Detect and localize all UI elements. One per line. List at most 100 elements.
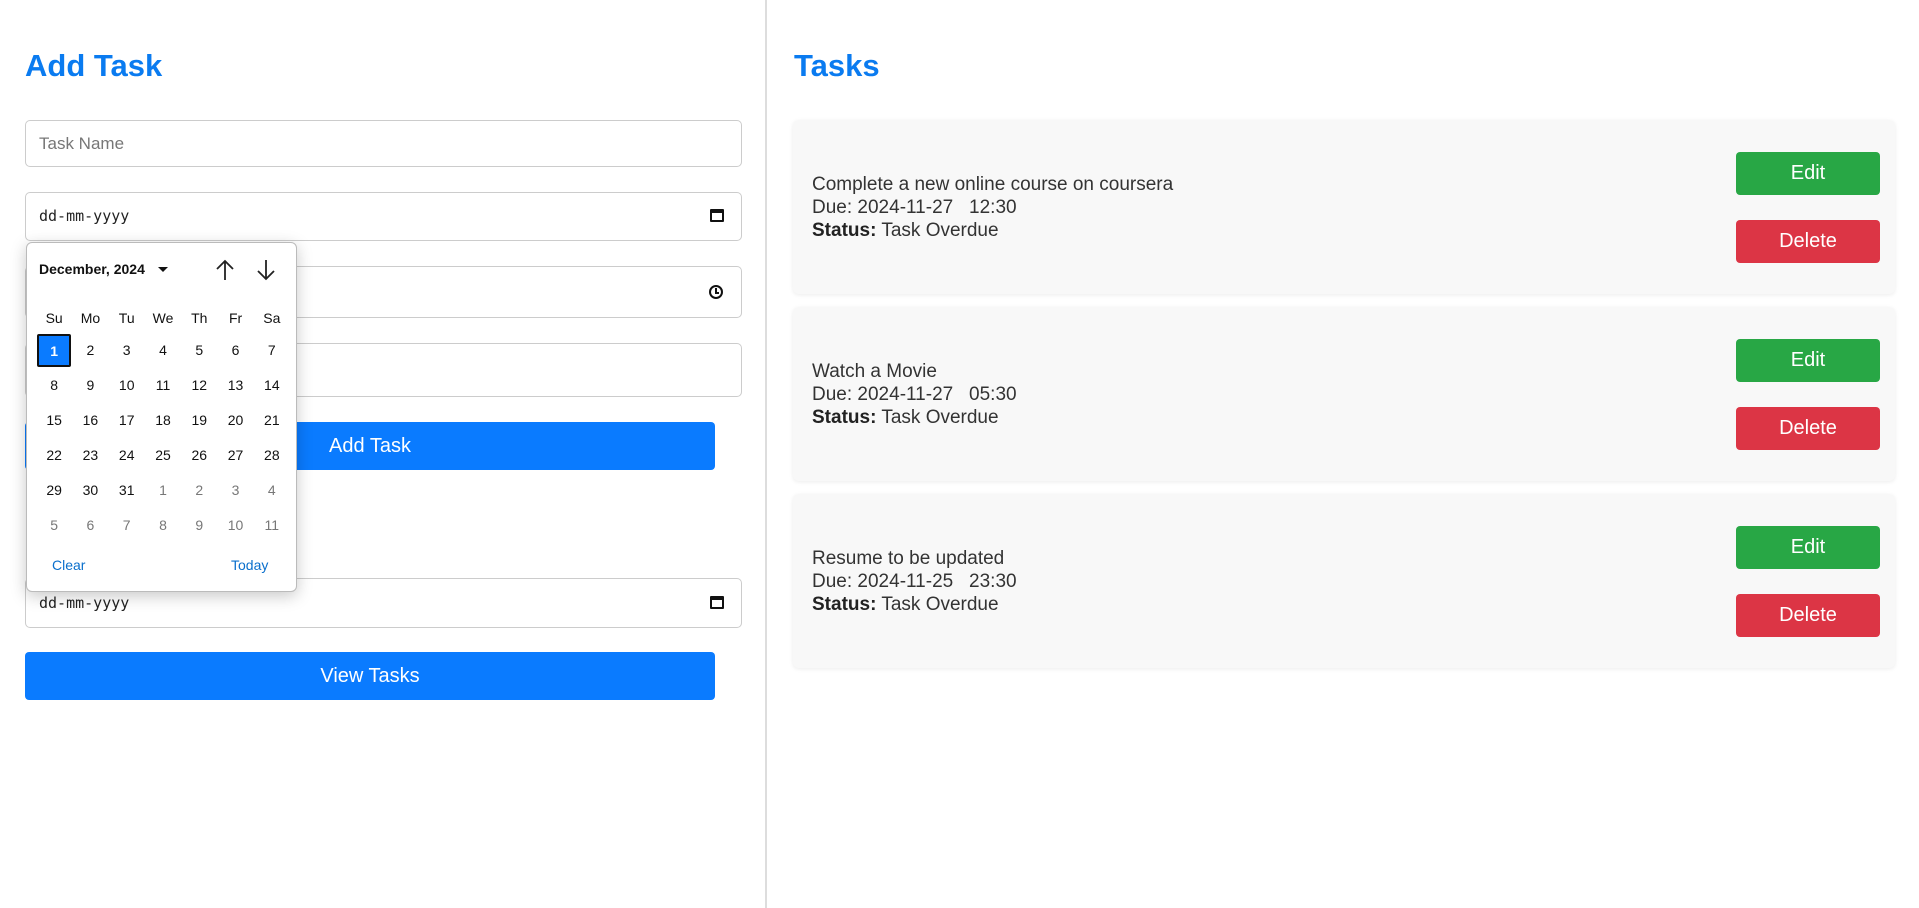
task-details: Resume to be updated Due: 2024-11-25 23:… (812, 547, 1017, 616)
weekday-label: We (152, 310, 174, 326)
task-status: Status: Task Overdue (812, 407, 999, 428)
task-card: Resume to be updated Due: 2024-11-25 23:… (793, 494, 1895, 668)
edit-task-button[interactable]: Edit (1736, 339, 1880, 382)
calendar-day[interactable]: 5 (181, 333, 217, 368)
calendar-day[interactable]: 15 (36, 403, 72, 438)
arrow-up-icon[interactable] (210, 255, 240, 285)
calendar-week: 29 30 31 1 2 3 4 (36, 473, 290, 508)
calendar-day-next-month[interactable]: 5 (36, 508, 72, 543)
weekday-header: Su Mo Tu We Th Fr Sa (36, 303, 290, 333)
calendar-day[interactable]: 29 (36, 473, 72, 508)
calendar-day[interactable]: 17 (109, 403, 145, 438)
calendar-day[interactable]: 4 (145, 333, 181, 368)
task-due: Due: 2024-11-27 12:30 (812, 197, 1017, 218)
task-name-input[interactable]: Task Name (25, 120, 742, 167)
delete-task-button[interactable]: Delete (1736, 407, 1880, 450)
calendar-day[interactable]: 18 (145, 403, 181, 438)
weekday-label: Th (191, 310, 208, 326)
calendar-day[interactable]: 12 (181, 368, 217, 403)
task-card: Watch a Movie Due: 2024-11-27 05:30 Stat… (793, 307, 1895, 481)
task-due-time: 05:30 (969, 384, 1017, 405)
task-due: Due: 2024-11-25 23:30 (812, 571, 1017, 592)
calendar-day[interactable]: 14 (254, 368, 290, 403)
calendar-day[interactable]: 8 (36, 368, 72, 403)
calendar-week: 15 16 17 18 19 20 21 (36, 403, 290, 438)
calendar-day-next-month[interactable]: 9 (181, 508, 217, 543)
calendar-day-next-month[interactable]: 10 (217, 508, 253, 543)
month-year-selector[interactable]: December, 2024 (39, 261, 145, 277)
calendar-day[interactable]: 26 (181, 438, 217, 473)
weekday-label: Su (45, 310, 63, 326)
clear-date-button[interactable]: Clear (52, 557, 85, 573)
calendar-day[interactable]: 19 (181, 403, 217, 438)
task-status: Status: Task Overdue (812, 594, 999, 615)
task-due-time: 23:30 (969, 571, 1017, 592)
date-picker-popup: December, 2024 Su Mo Tu We Th Fr Sa 1 2 … (26, 242, 297, 592)
edit-task-button[interactable]: Edit (1736, 152, 1880, 195)
calendar-day[interactable]: 23 (72, 438, 108, 473)
today-button[interactable]: Today (231, 557, 268, 573)
tasks-heading: Tasks (794, 48, 880, 83)
calendar-icon[interactable] (710, 209, 724, 222)
clock-icon[interactable] (709, 285, 723, 299)
calendar-day-next-month[interactable]: 7 (109, 508, 145, 543)
task-name: Watch a Movie (812, 361, 937, 382)
calendar-day-next-month[interactable]: 6 (72, 508, 108, 543)
calendar-day[interactable]: 30 (72, 473, 108, 508)
calendar-day[interactable]: 10 (109, 368, 145, 403)
calendar-grid: Su Mo Tu We Th Fr Sa 1 2 3 4 5 6 7 8 9 1… (36, 303, 290, 543)
delete-task-button[interactable]: Delete (1736, 220, 1880, 263)
add-task-heading: Add Task (25, 48, 163, 83)
calendar-day[interactable]: 28 (254, 438, 290, 473)
calendar-day-next-month[interactable]: 3 (217, 473, 253, 508)
calendar-day-selected[interactable]: 1 (36, 333, 72, 368)
task-due-date: 2024-11-27 (857, 384, 954, 405)
calendar-day[interactable]: 24 (109, 438, 145, 473)
calendar-day[interactable]: 3 (109, 333, 145, 368)
calendar-day-next-month[interactable]: 11 (254, 508, 290, 543)
calendar-day[interactable]: 20 (217, 403, 253, 438)
task-details: Watch a Movie Due: 2024-11-27 05:30 Stat… (812, 360, 1017, 429)
task-date-placeholder: dd-mm-yyyy (39, 207, 130, 225)
weekday-label: Tu (118, 310, 135, 326)
calendar-day-next-month[interactable]: 1 (145, 473, 181, 508)
calendar-day[interactable]: 13 (217, 368, 253, 403)
calendar-day[interactable]: 6 (217, 333, 253, 368)
task-date-input[interactable]: dd-mm-yyyy (25, 192, 742, 241)
arrow-down-icon[interactable] (251, 255, 281, 285)
delete-task-button[interactable]: Delete (1736, 594, 1880, 637)
calendar-day[interactable]: 16 (72, 403, 108, 438)
task-name: Complete a new online course on coursera (812, 174, 1174, 195)
calendar-week: 22 23 24 25 26 27 28 (36, 438, 290, 473)
view-tasks-button[interactable]: View Tasks (25, 652, 715, 700)
add-task-panel: Add Task Task Name dd-mm-yyyy Add Task d… (0, 0, 767, 908)
weekday-label: Fr (228, 310, 243, 326)
task-status-value: Task Overdue (881, 220, 999, 241)
calendar-day[interactable]: 25 (145, 438, 181, 473)
calendar-day[interactable]: 9 (72, 368, 108, 403)
calendar-day[interactable]: 27 (217, 438, 253, 473)
task-card: Complete a new online course on coursera… (793, 120, 1895, 294)
edit-task-button[interactable]: Edit (1736, 526, 1880, 569)
calendar-day-next-month[interactable]: 2 (181, 473, 217, 508)
calendar-week: 5 6 7 8 9 10 11 (36, 508, 290, 543)
weekday-label: Mo (80, 310, 101, 326)
date-picker-footer: Clear Today (27, 557, 296, 577)
calendar-day[interactable]: 31 (109, 473, 145, 508)
calendar-day-next-month[interactable]: 8 (145, 508, 181, 543)
calendar-day-next-month[interactable]: 4 (254, 473, 290, 508)
caret-down-icon[interactable] (158, 267, 168, 272)
calendar-day[interactable]: 2 (72, 333, 108, 368)
calendar-week: 8 9 10 11 12 13 14 (36, 368, 290, 403)
calendar-icon[interactable] (710, 596, 724, 609)
task-name: Resume to be updated (812, 548, 1005, 569)
calendar-day[interactable]: 22 (36, 438, 72, 473)
calendar-day[interactable]: 7 (254, 333, 290, 368)
task-due-date: 2024-11-27 (857, 197, 954, 218)
task-due-date: 2024-11-25 (857, 571, 954, 592)
task-status-value: Task Overdue (881, 594, 999, 615)
task-due-time: 12:30 (969, 197, 1017, 218)
task-status: Status: Task Overdue (812, 220, 999, 241)
calendar-day[interactable]: 21 (254, 403, 290, 438)
calendar-day[interactable]: 11 (145, 368, 181, 403)
